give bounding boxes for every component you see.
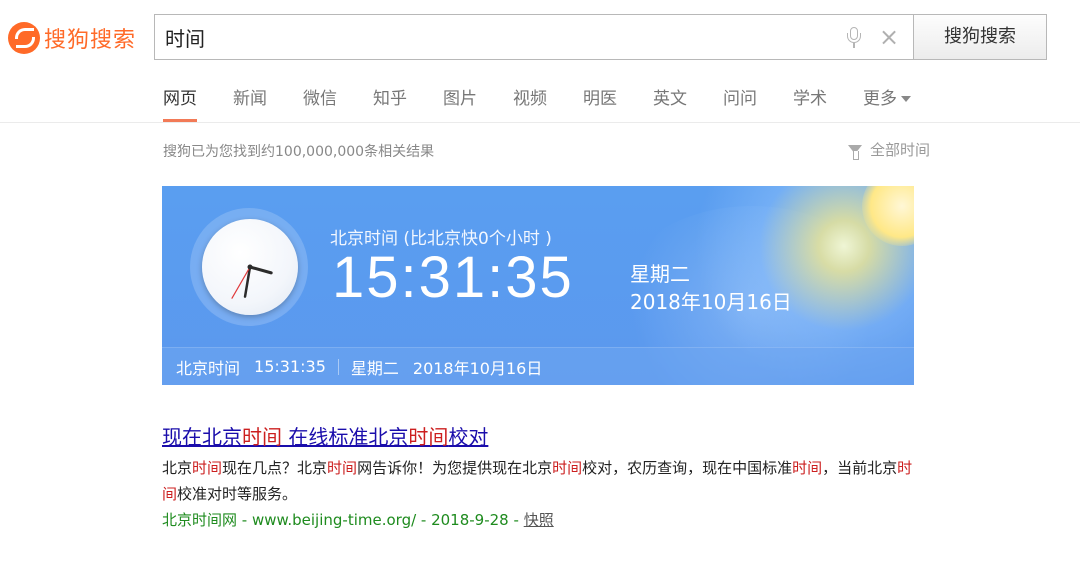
microphone-icon[interactable]	[847, 27, 861, 49]
tab-scholar[interactable]: 学术	[793, 84, 827, 122]
analog-clock	[202, 219, 298, 315]
snippet-highlight: 时间	[552, 459, 583, 477]
snippet-highlight: 时间	[192, 459, 223, 477]
tab-news[interactable]: 新闻	[233, 84, 267, 122]
snippet-text: 校准对时等服务。	[177, 485, 298, 503]
funnel-icon	[848, 145, 862, 160]
tab-wenwen[interactable]: 问问	[723, 84, 757, 122]
search-button[interactable]: 搜狗搜索	[913, 14, 1047, 60]
footer-separator	[337, 358, 339, 375]
time-filter-label: 全部时间	[870, 141, 931, 159]
snippet-highlight: 时间	[327, 459, 358, 477]
footer-date: 2018年10月16日	[412, 358, 543, 378]
snippet-highlight: 时间	[792, 459, 823, 477]
tab-medical[interactable]: 明医	[583, 84, 617, 122]
tab-video[interactable]: 视频	[513, 84, 547, 122]
snippet-text: 现在几点？北京	[222, 459, 328, 477]
tab-english[interactable]: 英文	[653, 84, 687, 122]
clock-pivot	[247, 264, 253, 270]
time-filter[interactable]: 全部时间	[848, 139, 930, 160]
title-highlight: 时间	[242, 425, 282, 449]
result-snippet: 北京时间现在几点？北京时间网告诉你！为您提供现在北京时间校对，农历查询，现在中国…	[162, 455, 922, 507]
result-title-link[interactable]: 现在北京时间 在线标准北京时间校对	[162, 421, 488, 450]
result-url: 北京时间网 - www.beijing-time.org/ - 2018-9-2…	[162, 511, 524, 529]
result-count: 搜狗已为您找到约100,000,000条相关结果	[163, 144, 435, 160]
tab-web[interactable]: 网页	[163, 84, 197, 122]
sogou-logo-icon	[8, 22, 40, 54]
caret-down-icon	[901, 96, 911, 102]
tab-zhihu[interactable]: 知乎	[373, 84, 407, 122]
search-input[interactable]	[165, 15, 825, 59]
sogou-logo[interactable]: 搜狗搜索	[8, 20, 136, 56]
tab-wechat[interactable]: 微信	[303, 84, 337, 122]
footer-label: 北京时间	[176, 358, 241, 378]
search-box: ×	[154, 14, 914, 60]
snippet-text: 校对，农历查询，现在中国标准	[582, 459, 793, 477]
title-part: 现在北京	[162, 425, 242, 449]
header: 搜狗搜索 × 搜狗搜索	[0, 0, 1080, 72]
clock-card: 北京时间 (比北京快0个小时 ) 15:31:35 星期二 2018年10月16…	[162, 186, 914, 385]
snippet-text: 北京	[162, 459, 193, 477]
vertical-tabs: 网页 新闻 微信 知乎 图片 视频 明医 英文 问问 学术 更多	[163, 84, 947, 122]
tab-images[interactable]: 图片	[443, 84, 477, 122]
result-url-line: 北京时间网 - www.beijing-time.org/ - 2018-9-2…	[162, 509, 554, 530]
tabs-divider	[0, 122, 1080, 123]
clock-card-footer: 北京时间 15:31:35 星期二 2018年10月16日	[162, 347, 914, 385]
tab-more[interactable]: 更多	[863, 84, 911, 122]
hour-hand	[248, 265, 273, 275]
clock-hands	[231, 264, 273, 299]
title-part: 校对	[448, 425, 489, 449]
weekday: 星期二	[630, 262, 690, 286]
snippet-text: ，当前北京	[822, 459, 898, 477]
tab-more-label: 更多	[863, 89, 897, 109]
title-part: 在线标准北京	[282, 425, 409, 449]
title-highlight: 时间	[408, 425, 449, 449]
footer-weekday: 星期二	[350, 358, 399, 378]
clear-icon[interactable]: ×	[877, 25, 901, 49]
digital-time: 15:31:35	[332, 245, 574, 310]
cache-link[interactable]: 快照	[524, 511, 554, 529]
date: 2018年10月16日	[630, 290, 792, 314]
snippet-text: 网告诉你！为您提供现在北京	[357, 459, 553, 477]
logo-text: 搜狗搜索	[44, 28, 137, 53]
footer-time: 15:31:35	[254, 357, 326, 376]
